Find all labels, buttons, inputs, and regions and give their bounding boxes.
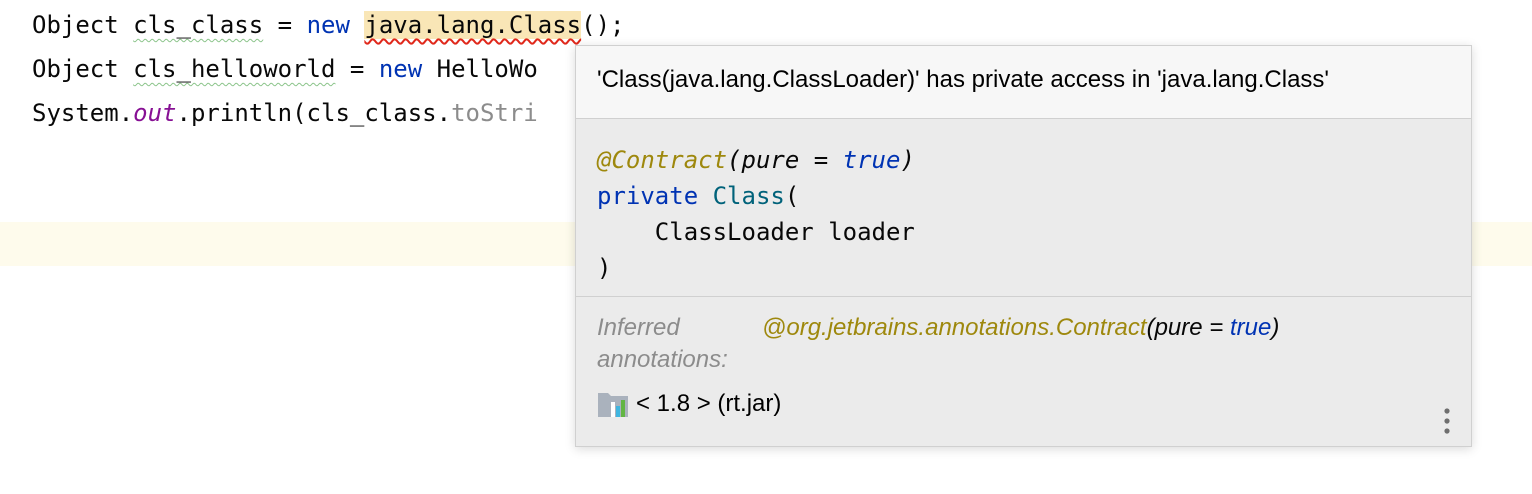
code-prefix: System.: [32, 99, 134, 127]
modifier-private: private: [597, 182, 699, 210]
code-line-3[interactable]: System.out.println(cls_class.toStri: [32, 95, 538, 131]
parameter: ClassLoader loader: [597, 218, 915, 246]
operator-token: =: [349, 55, 365, 83]
error-message: 'Class(java.lang.ClassLoader)' has priva…: [597, 66, 1329, 93]
anno-param: pure: [741, 146, 800, 174]
constructor-name[interactable]: Class: [713, 182, 785, 210]
inferred-close: ): [1271, 314, 1280, 341]
type-token: Object: [32, 55, 119, 83]
inferred-annotation-value: @org.jetbrains.annotations.Contract(pure…: [762, 312, 1279, 344]
library-info: < 1.8 > (rt.jar): [597, 388, 781, 420]
inferred-annotation-link[interactable]: @org.jetbrains.annotations.Contract: [762, 314, 1147, 341]
anno-open: (: [727, 146, 742, 174]
library-jar-icon: [598, 393, 628, 417]
code-line-2[interactable]: Object cls_helloworld = new HelloWo: [32, 51, 538, 87]
method-signature: @Contract(pure = true) private Class( Cl…: [597, 142, 915, 286]
class-reference[interactable]: HelloWo: [437, 55, 538, 83]
library-text: < 1.8 > (rt.jar): [636, 390, 782, 417]
quick-documentation-popup[interactable]: 'Class(java.lang.ClassLoader)' has priva…: [575, 45, 1472, 447]
keyword-new: new: [306, 11, 350, 39]
static-field-out[interactable]: out: [133, 99, 176, 127]
inferred-annotations-label: Inferred annotations:: [597, 314, 728, 373]
close-paren: ): [597, 254, 612, 282]
type-token: Object: [32, 11, 119, 39]
method-reference[interactable]: toStri: [451, 99, 538, 127]
code-rest: ();: [581, 11, 625, 39]
code-call: .println(cls_class.: [176, 99, 452, 127]
open-paren: (: [784, 182, 800, 210]
popup-error-header: 'Class(java.lang.ClassLoader)' has priva…: [576, 46, 1471, 119]
popup-divider: [576, 296, 1471, 297]
anno-eq: =: [799, 146, 843, 174]
anno-close: ): [900, 146, 915, 174]
code-line-1[interactable]: Object cls_class = new java.lang.Class()…: [32, 7, 624, 43]
inferred-value: true: [1229, 314, 1272, 341]
keyword-new: new: [378, 55, 423, 83]
inferred-open: (pure =: [1146, 314, 1230, 341]
annotation-name[interactable]: @Contract: [597, 146, 727, 174]
variable-token[interactable]: cls_class: [133, 11, 263, 39]
variable-token[interactable]: cls_helloworld: [133, 55, 335, 83]
error-class-reference[interactable]: java.lang.Class: [364, 11, 582, 39]
operator-token: =: [277, 11, 293, 39]
anno-value: true: [842, 146, 901, 174]
more-vertical-icon[interactable]: [1437, 406, 1457, 436]
